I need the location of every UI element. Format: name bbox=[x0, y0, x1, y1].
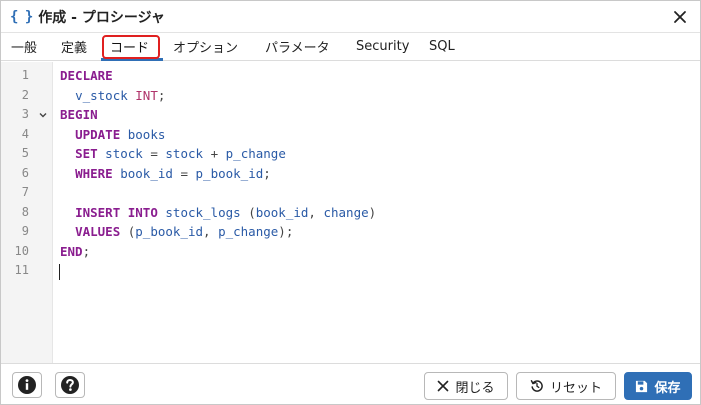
tab-options[interactable]: オプション bbox=[173, 33, 238, 60]
dialog-window: { } 作成 - プロシージャ 一般 定義 コード オプション パラメータ Se… bbox=[0, 0, 701, 405]
line-number: 4 bbox=[21, 126, 29, 141]
tab-code[interactable]: コード bbox=[110, 33, 149, 60]
close-icon bbox=[438, 380, 449, 392]
help-button[interactable] bbox=[55, 372, 85, 398]
info-button[interactable] bbox=[12, 372, 42, 398]
line-number: 11 bbox=[14, 263, 29, 277]
close-button[interactable] bbox=[668, 5, 692, 29]
active-tab-indicator bbox=[101, 58, 163, 61]
close-button-label: 閉じる bbox=[455, 380, 495, 396]
tab-bar: 一般 定義 コード オプション パラメータ Security SQL bbox=[1, 33, 700, 61]
tab-definition[interactable]: 定義 bbox=[61, 33, 87, 60]
dialog-title: 作成 - プロシージャ bbox=[38, 9, 165, 26]
line-number: 5 bbox=[21, 146, 29, 160]
tab-general[interactable]: 一般 bbox=[11, 33, 37, 60]
code-editor[interactable]: 1 2 3 4 5 6 7 8 9 10 11 DECLARE v_stock … bbox=[1, 62, 700, 363]
tab-security[interactable]: Security bbox=[356, 33, 409, 60]
text-cursor bbox=[59, 264, 60, 280]
line-number: 8 bbox=[21, 204, 29, 219]
reset-button-label: リセット bbox=[549, 380, 602, 396]
close-icon bbox=[674, 11, 686, 23]
line-number: 10 bbox=[14, 243, 29, 258]
code-line: UPDATE books bbox=[75, 126, 166, 142]
line-number: 6 bbox=[21, 165, 29, 180]
line-number: 2 bbox=[21, 87, 29, 102]
save-button-label: 保存 bbox=[654, 380, 681, 396]
line-number: 9 bbox=[21, 224, 29, 238]
help-icon bbox=[61, 376, 79, 394]
braces-icon: { } bbox=[10, 8, 33, 25]
code-line: WHERE book_id = p_book_id; bbox=[75, 165, 271, 181]
tab-sql[interactable]: SQL bbox=[429, 33, 455, 60]
floppy-disk-icon bbox=[636, 380, 648, 392]
tab-parameters[interactable]: パラメータ bbox=[265, 33, 330, 60]
chevron-down-icon bbox=[39, 112, 47, 118]
code-line: SET stock = stock + p_change bbox=[75, 146, 286, 161]
code-line: v_stock INT; bbox=[75, 87, 166, 103]
line-number-gutter: 1 2 3 4 5 6 7 8 9 10 11 bbox=[1, 62, 53, 363]
info-icon bbox=[18, 376, 36, 394]
code-line: DECLARE bbox=[60, 68, 113, 83]
fold-toggle[interactable] bbox=[37, 105, 49, 125]
code-line: INSERT INTO stock_logs (book_id, change) bbox=[75, 204, 377, 220]
save-button[interactable]: 保存 bbox=[624, 372, 692, 400]
line-number: 3 bbox=[21, 107, 29, 121]
reset-icon bbox=[530, 380, 543, 392]
title-bar: { } 作成 - プロシージャ bbox=[1, 1, 700, 33]
dialog-footer: 閉じる リセット 保存 bbox=[1, 363, 700, 404]
code-line: VALUES (p_book_id, p_change); bbox=[75, 224, 294, 239]
reset-button[interactable]: リセット bbox=[516, 372, 616, 400]
line-number: 7 bbox=[21, 185, 29, 199]
code-line: END; bbox=[60, 243, 91, 259]
code-line: BEGIN bbox=[60, 107, 98, 122]
line-number: 1 bbox=[21, 68, 29, 82]
close-dialog-button[interactable]: 閉じる bbox=[424, 372, 508, 400]
